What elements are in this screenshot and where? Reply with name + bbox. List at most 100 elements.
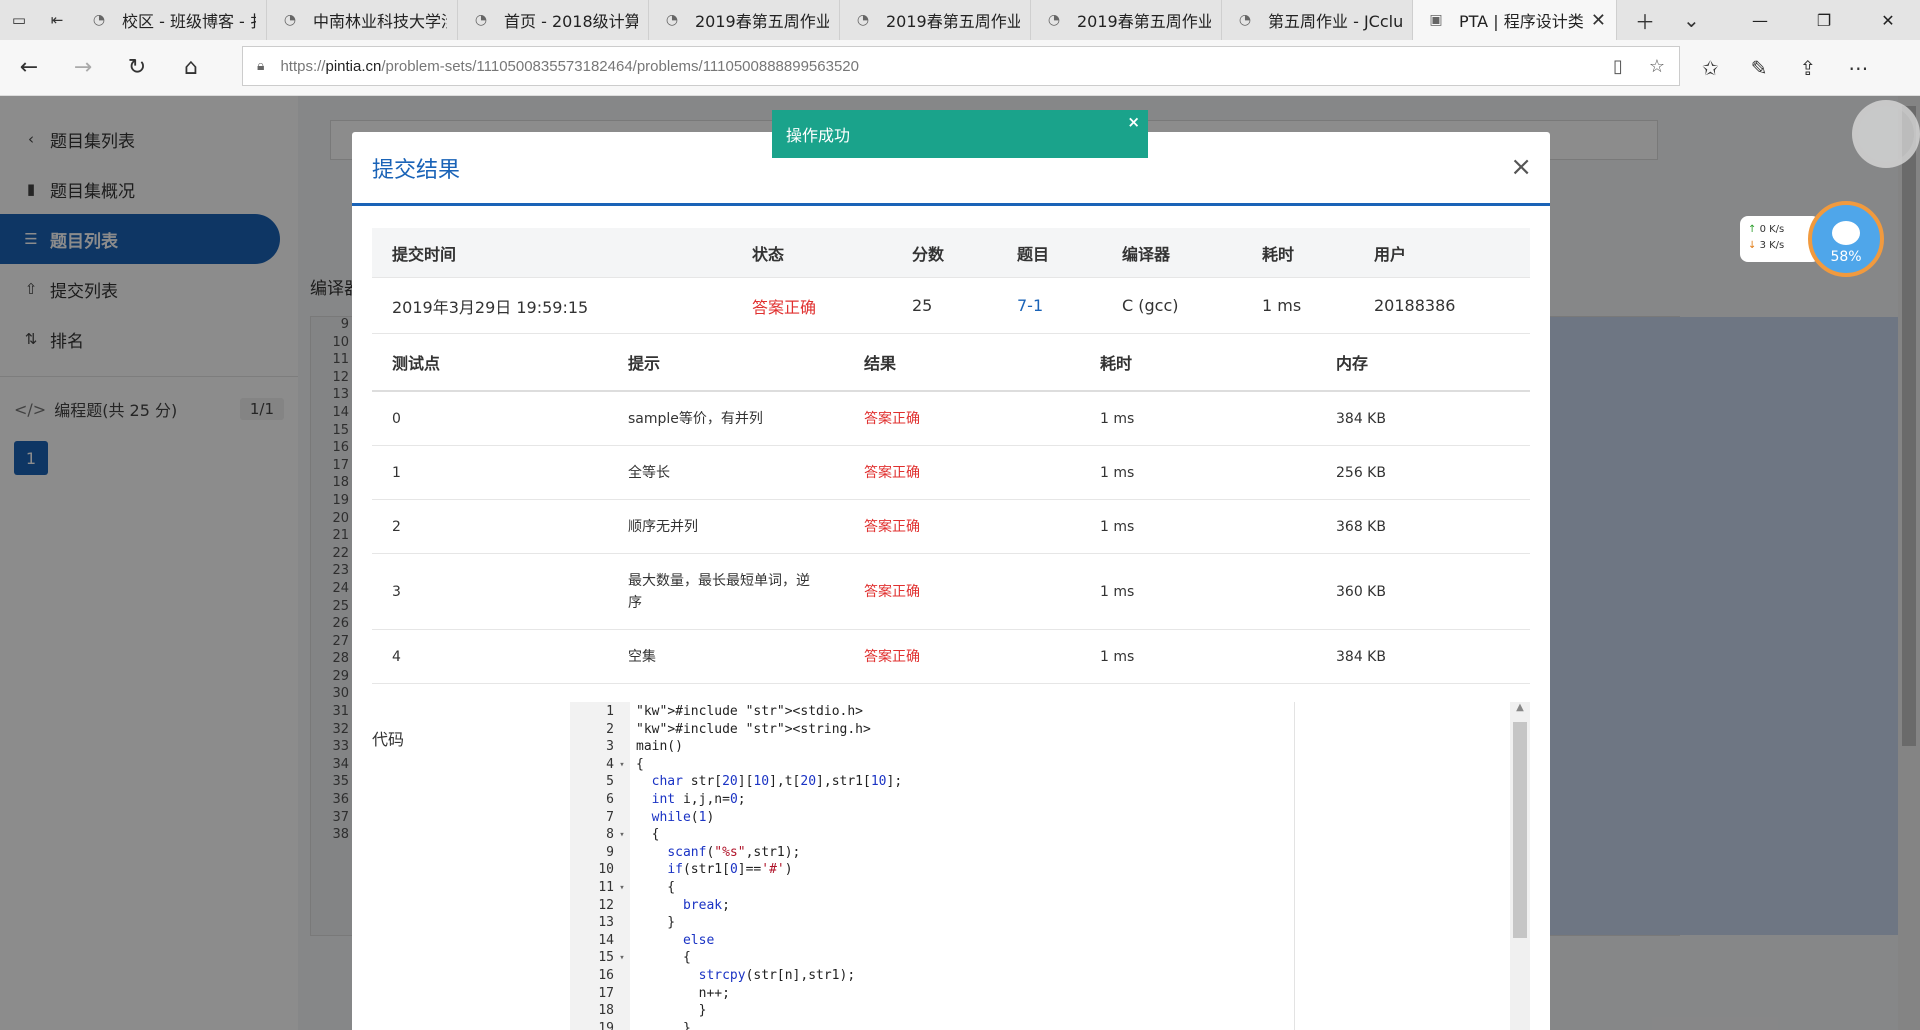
browser-tab[interactable]: ◔ 首页 - 2018级计算机 — [458, 0, 649, 40]
summary-header-row: 提交时间 状态 分数 题目 编译器 耗时 用户 — [372, 228, 1530, 278]
testcase-row: 3 最大数量，最长最短单词，逆序 答案正确 1 ms 360 KB — [372, 554, 1530, 630]
code-text: if(str1[0]=='#') — [667, 862, 793, 878]
code-line: 4 ▾ { — [570, 757, 902, 775]
testcase-result: 答案正确 — [864, 648, 920, 665]
code-scrollbar[interactable]: ▲ — [1510, 702, 1530, 1030]
browser-tab[interactable]: ▣ PTA | 程序设计类 ✕ — [1413, 0, 1617, 40]
code-text: { — [636, 879, 676, 895]
code-text: break; — [682, 897, 730, 913]
modal-title: 提交结果 — [372, 157, 461, 183]
line-number: 10 — [598, 862, 614, 878]
testcase-mem: 384 KB — [1336, 410, 1386, 427]
browser-tab[interactable]: ◔ 第五周作业 - JCclub — [1222, 0, 1413, 40]
code-line: 19 } — [570, 1021, 902, 1030]
testcase-time: 1 ms — [1100, 583, 1135, 600]
testcase-header-cell: 结果 — [864, 354, 897, 373]
minimize-icon[interactable]: — — [1728, 11, 1792, 30]
code-text: strcpy(str[n],str1); — [698, 967, 856, 983]
testcase-row: 2 顺序无并列 答案正确 1 ms 368 KB — [372, 500, 1530, 554]
elapsed: 1 ms — [1262, 296, 1302, 315]
modal-close-button[interactable]: × — [1510, 152, 1532, 182]
browser-tab[interactable]: ◔ 2019春第五周作业 — [649, 0, 840, 40]
code-print-margin — [1294, 702, 1295, 1030]
accelerator-ball[interactable]: 58% — [1808, 201, 1884, 277]
home-icon[interactable]: ⌂ — [164, 55, 218, 80]
testcase-header-row: 测试点 提示 结果 耗时 内存 — [372, 334, 1530, 392]
toast-close-button[interactable]: × — [1127, 113, 1140, 131]
share-icon[interactable]: ⇪ — [1800, 56, 1817, 80]
scroll-up-icon[interactable]: ▲ — [1510, 702, 1530, 720]
new-tab-icon[interactable]: ＋ — [1635, 6, 1655, 35]
code-text: "kw">#include "str"><stdio.h> — [636, 704, 864, 719]
code-line: 14 else — [570, 933, 902, 951]
code-line: 12 break; — [570, 898, 902, 916]
chevron-down-icon[interactable]: ⌄ — [1683, 8, 1700, 32]
user: 20188386 — [1374, 296, 1456, 315]
fold-arrow-icon[interactable]: ▾ — [614, 950, 630, 968]
restore-icon[interactable]: ❐ — [1792, 11, 1856, 30]
line-number: 3 — [606, 739, 614, 755]
tab-actions-icon[interactable]: ▭ — [0, 0, 38, 40]
line-number: 18 — [598, 1003, 614, 1019]
set-tabs-aside-icon[interactable]: ⇤ — [38, 0, 76, 40]
testcase-result: 答案正确 — [864, 464, 920, 481]
submit-time: 2019年3月29日 19:59:15 — [392, 297, 589, 317]
testcase-id: 1 — [392, 464, 401, 481]
code-line: 11 ▾ { — [570, 880, 902, 898]
close-window-icon[interactable]: ✕ — [1856, 11, 1920, 30]
floating-assist-button[interactable] — [1852, 100, 1920, 168]
more-icon[interactable]: ⋯ — [1848, 56, 1868, 80]
success-toast: 操作成功 × — [772, 110, 1148, 158]
testcase-mem: 360 KB — [1336, 583, 1386, 600]
testcase-header-cell: 内存 — [1336, 354, 1369, 373]
browser-tab[interactable]: ◔ 2019春第五周作业 — [840, 0, 1031, 40]
line-number: 13 — [598, 915, 614, 931]
browser-tab[interactable]: ◔ 2019春第五周作业 — [1031, 0, 1222, 40]
url-field[interactable]: 🔒︎ https://pintia.cn/problem-sets/111050… — [242, 46, 1680, 86]
testcase-row: 4 空集 答案正确 1 ms 384 KB — [372, 630, 1530, 684]
pen-icon[interactable]: ✎ — [1751, 56, 1768, 80]
address-bar: ← → ↻ ⌂ 🔒︎ https://pintia.cn/problem-set… — [0, 40, 1920, 96]
line-number: 11 — [598, 879, 614, 895]
testcase-row: 1 全等长 答案正确 1 ms 256 KB — [372, 446, 1530, 500]
code-line: 2 "kw">#include "str"><string.h> — [570, 722, 902, 740]
browser-tab[interactable]: ◔ 校区 - 班级博客 - 扌 — [76, 0, 267, 40]
favorites-icon[interactable]: ✩ — [1702, 56, 1719, 80]
lock-icon: 🔒︎ — [257, 58, 265, 74]
fold-arrow-icon[interactable]: ▾ — [614, 757, 630, 775]
browser-tab[interactable]: ◔ 中南林业科技大学涉 — [267, 0, 458, 40]
reading-view-icon[interactable]: ▯ — [1613, 56, 1623, 77]
tab-label: 中南林业科技大学涉 — [313, 12, 447, 31]
testcase-time: 1 ms — [1100, 518, 1135, 535]
refresh-icon[interactable]: ↻ — [110, 55, 164, 80]
line-number: 2 — [606, 721, 614, 737]
fold-arrow-icon[interactable]: ▾ — [614, 827, 630, 845]
close-tab-icon[interactable]: ✕ — [1591, 10, 1606, 31]
toast-message: 操作成功 — [786, 126, 851, 145]
pta-favicon-icon: ▣ — [1429, 12, 1443, 28]
page-favicon-icon: ◔ — [856, 12, 870, 28]
forward-icon[interactable]: → — [56, 55, 110, 80]
fold-arrow-icon[interactable]: ▾ — [614, 880, 630, 898]
testcase-hint: 顺序无并列 — [628, 518, 698, 535]
submission-result-modal: 提交结果 × 提交时间 状态 分数 题目 编译器 耗时 用户 2019年3月29日 19:5… — [352, 132, 1550, 1030]
back-icon[interactable]: ← — [2, 55, 56, 80]
line-number: 4 — [606, 756, 614, 772]
code-label: 代码 — [372, 730, 405, 749]
code-line: 8 ▾ { — [570, 827, 902, 845]
favorite-star-icon[interactable]: ☆ — [1649, 56, 1665, 77]
tab-label: 2019春第五周作业 — [886, 12, 1020, 31]
testcase-result: 答案正确 — [864, 583, 920, 600]
testcase-time: 1 ms — [1100, 648, 1135, 665]
tab-label: 第五周作业 - JCclub — [1268, 12, 1402, 31]
problem-link[interactable]: 7-1 — [997, 296, 1102, 315]
code-text: { — [636, 950, 691, 966]
